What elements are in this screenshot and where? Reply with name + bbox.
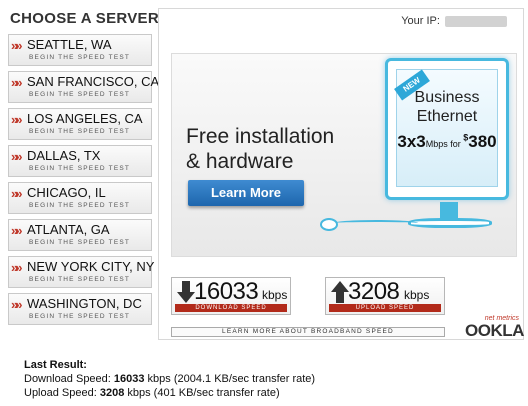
server-city: ATLANTA, GA [27, 222, 110, 237]
last-download-prefix: Download Speed: [24, 373, 114, 385]
server-button-dallas[interactable]: »» DALLAS, TX BEGIN THE SPEED TEST [8, 145, 152, 177]
server-subtitle: BEGIN THE SPEED TEST [29, 128, 131, 135]
server-button-atlanta[interactable]: »» ATLANTA, GA BEGIN THE SPEED TEST [8, 219, 152, 251]
server-button-los-angeles[interactable]: »» LOS ANGELES, CA BEGIN THE SPEED TEST [8, 108, 152, 140]
server-button-san-francisco[interactable]: »» SAN FRANCISCO, CA BEGIN THE SPEED TES… [8, 71, 159, 103]
server-city: WASHINGTON, DC [27, 296, 142, 311]
server-city: DALLAS, TX [27, 148, 101, 163]
chevrons-icon: »» [11, 75, 23, 90]
server-subtitle: BEGIN THE SPEED TEST [29, 276, 131, 283]
ookla-logo[interactable]: net metrics OOKLA [463, 315, 524, 340]
ad-headline-line1: Free installation [186, 125, 335, 148]
server-city: SEATTLE, WA [27, 37, 112, 52]
offer-unit: Mbps for [425, 139, 464, 149]
last-download-line: Download Speed: 16033 kbps (2004.1 KB/se… [24, 372, 315, 386]
ad-headline-line2: & hardware [186, 150, 294, 173]
speedtest-widget: CHOOSE A SERVER: »» SEATTLE, WA BEGIN TH… [2, 2, 524, 340]
chevrons-icon: »» [11, 260, 23, 275]
offer-price: 3x3Mbps for $380 [397, 132, 497, 152]
server-city: SAN FRANCISCO, CA [27, 74, 160, 89]
server-subtitle: BEGIN THE SPEED TEST [29, 202, 131, 209]
last-download-value: 16033 [113, 373, 145, 385]
server-city: NEW YORK CITY, NY [27, 259, 155, 274]
monitor-illustration: NEW Business Ethernet 3x3Mbps for $380 [385, 58, 509, 200]
server-subtitle: BEGIN THE SPEED TEST [29, 239, 131, 246]
server-subtitle: BEGIN THE SPEED TEST [29, 165, 131, 172]
chevrons-icon: »» [11, 297, 23, 312]
monitor-screen: NEW Business Ethernet 3x3Mbps for $380 [394, 69, 498, 187]
upload-arrow-icon [331, 281, 349, 303]
chevrons-icon: »» [11, 38, 23, 53]
download-speed-result: 16033 kbps DOWNLOAD SPEED [171, 277, 291, 315]
chevrons-icon: »» [11, 186, 23, 201]
download-speed-value: 16033 [194, 278, 259, 305]
server-button-chicago[interactable]: »» CHICAGO, IL BEGIN THE SPEED TEST [8, 182, 152, 214]
server-subtitle: BEGIN THE SPEED TEST [29, 54, 131, 61]
server-button-seattle[interactable]: »» SEATTLE, WA BEGIN THE SPEED TEST [8, 34, 152, 66]
results-panel: Your IP: Free installation & hardware Le… [158, 8, 524, 340]
server-subtitle: BEGIN THE SPEED TEST [29, 91, 131, 98]
upload-speed-value: 3208 [348, 278, 400, 305]
download-speed-unit: kbps [262, 288, 288, 302]
server-button-new-york[interactable]: »» NEW YORK CITY, NY BEGIN THE SPEED TES… [8, 256, 155, 288]
upload-speed-label: UPLOAD SPEED [329, 304, 441, 312]
ad-headline: Free installation & hardware [186, 124, 334, 174]
ip-label: Your IP: [401, 15, 440, 27]
last-result-heading: Last Result: [24, 359, 87, 371]
server-button-washington[interactable]: »» WASHINGTON, DC BEGIN THE SPEED TEST [8, 293, 152, 325]
ad-banner[interactable]: Free installation & hardware Learn More … [171, 53, 517, 257]
last-upload-suffix: kbps (401 KB/sec transfer rate) [124, 387, 280, 399]
upload-speed-unit: kbps [404, 288, 430, 302]
mouse-cable [334, 220, 418, 226]
offer-main: 3x3 [397, 132, 426, 151]
server-subtitle: BEGIN THE SPEED TEST [29, 313, 131, 320]
last-download-suffix: kbps (2004.1 KB/sec transfer rate) [144, 373, 316, 385]
product-name-line1: Business [414, 89, 480, 106]
last-upload-prefix: Upload Speed: [24, 387, 100, 399]
last-upload-line: Upload Speed: 3208 kbps (401 KB/sec tran… [24, 386, 315, 400]
ip-address-redacted [445, 15, 507, 27]
ookla-wordmark: OOKLA [465, 321, 524, 340]
last-result: Last Result: Download Speed: 16033 kbps … [24, 358, 315, 400]
ip-display: Your IP: [401, 15, 507, 27]
last-upload-value: 3208 [99, 387, 125, 399]
chevrons-icon: »» [11, 223, 23, 238]
product-name: Business Ethernet [397, 88, 497, 126]
monitor-base [408, 218, 492, 228]
learn-broadband-link[interactable]: LEARN MORE ABOUT BROADBAND SPEED [171, 327, 445, 337]
download-speed-label: DOWNLOAD SPEED [175, 304, 287, 312]
server-list-panel: CHOOSE A SERVER: »» SEATTLE, WA BEGIN TH… [4, 6, 164, 336]
product-name-line2: Ethernet [416, 108, 478, 125]
upload-speed-result: 3208 kbps UPLOAD SPEED [325, 277, 445, 315]
learn-more-button[interactable]: Learn More [188, 180, 304, 206]
chevrons-icon: »» [11, 112, 23, 127]
download-arrow-icon [177, 281, 195, 303]
server-city: LOS ANGELES, CA [27, 111, 143, 126]
offer-price-value: 380 [468, 132, 497, 151]
chevrons-icon: »» [11, 149, 23, 164]
server-list-title: CHOOSE A SERVER: [10, 10, 165, 27]
mouse-icon [320, 218, 338, 231]
server-city: CHICAGO, IL [27, 185, 106, 200]
